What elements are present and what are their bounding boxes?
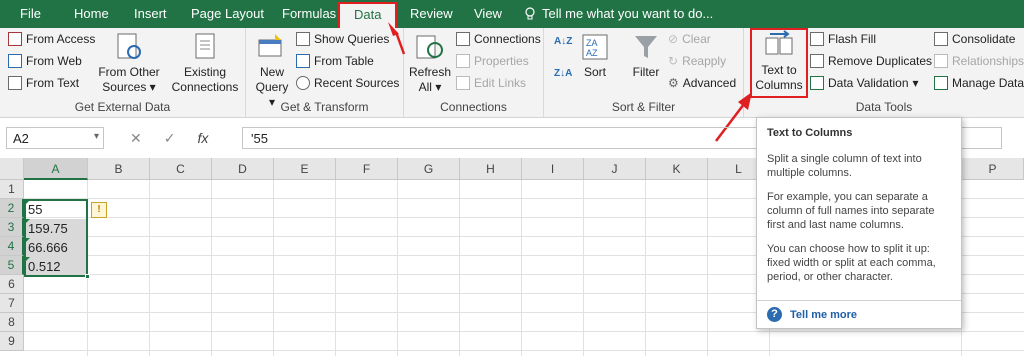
row-header[interactable]: 9 <box>0 332 24 351</box>
cancel-icon[interactable]: ✕ <box>130 130 142 147</box>
arrow-to-data-tab <box>394 31 406 55</box>
column-header[interactable]: B <box>88 158 150 180</box>
row-header[interactable]: 6 <box>0 275 24 294</box>
gridline <box>397 180 398 356</box>
tooltip-title: Text to Columns <box>767 127 853 139</box>
gridline <box>24 350 1024 351</box>
gridline <box>583 180 584 356</box>
gridline <box>149 180 150 356</box>
formula-buttons: ✕ ✓ fx <box>110 127 240 149</box>
row-header[interactable]: 5 <box>0 256 24 275</box>
row-header[interactable]: 7 <box>0 294 24 313</box>
row-header[interactable]: 2 <box>0 199 24 218</box>
gridline <box>521 180 522 356</box>
tell-me-more-link[interactable]: ? Tell me more <box>757 300 961 328</box>
tooltip-text: You can choose how to split it up: fixed… <box>767 243 936 283</box>
column-header[interactable]: J <box>584 158 646 180</box>
row-header[interactable]: 8 <box>0 313 24 332</box>
confirm-icon[interactable]: ✓ <box>164 130 176 147</box>
fill-handle[interactable] <box>85 274 90 279</box>
text-to-columns-tooltip: Text to Columns Split a single column of… <box>756 117 962 329</box>
select-all-corner[interactable] <box>0 158 24 180</box>
column-header[interactable]: K <box>646 158 708 180</box>
column-header[interactable]: C <box>150 158 212 180</box>
selection-range <box>24 199 88 277</box>
tooltip-text: Split a single column of text into multi… <box>767 153 922 179</box>
gridline <box>645 180 646 356</box>
column-header[interactable]: A <box>24 158 88 180</box>
column-header[interactable]: P <box>962 158 1024 180</box>
column-header[interactable]: D <box>212 158 274 180</box>
name-box[interactable]: A2 ▾ <box>6 127 104 149</box>
gridline <box>24 331 1024 332</box>
warning-icon[interactable]: ! <box>91 202 107 218</box>
row-header[interactable]: 3 <box>0 218 24 237</box>
column-header[interactable]: F <box>336 158 398 180</box>
tooltip-text: For example, you can separate a column o… <box>767 191 935 231</box>
arrow-head <box>388 22 399 36</box>
chevron-down-icon: ▾ <box>93 131 99 142</box>
gridline <box>273 180 274 356</box>
gridline <box>335 180 336 356</box>
gridline <box>707 180 708 356</box>
column-header[interactable]: H <box>460 158 522 180</box>
column-header[interactable]: I <box>522 158 584 180</box>
help-icon: ? <box>767 307 782 322</box>
row-header[interactable]: 4 <box>0 237 24 256</box>
row-header[interactable]: 1 <box>0 180 24 199</box>
gridline <box>459 180 460 356</box>
column-header[interactable]: E <box>274 158 336 180</box>
column-header[interactable]: G <box>398 158 460 180</box>
insert-function-button[interactable]: fx <box>197 130 208 146</box>
gridline <box>211 180 212 356</box>
